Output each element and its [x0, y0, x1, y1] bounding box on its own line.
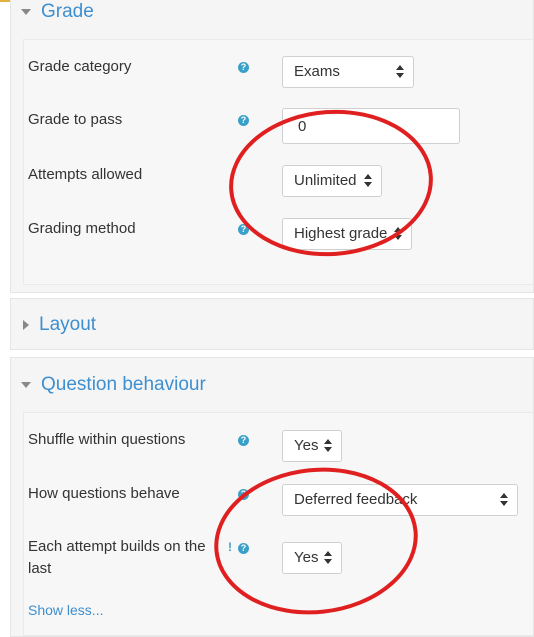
select-arrows-icon	[396, 65, 404, 79]
each-attempt-value: Yes	[294, 549, 319, 566]
shuffle-help-icon[interactable]: ?	[238, 435, 249, 446]
warning-icon[interactable]: !	[228, 540, 232, 554]
grade-category-label: Grade category	[28, 58, 132, 75]
grading-method-select[interactable]: Highest grade	[282, 218, 412, 250]
grading-method-help-icon[interactable]: ?	[238, 224, 249, 235]
grade-category-select[interactable]: Exams	[282, 56, 414, 88]
each-attempt-select[interactable]: Yes	[282, 542, 342, 574]
how-questions-behave-select[interactable]: Deferred feedback	[282, 484, 518, 516]
expand-right-icon	[23, 320, 29, 330]
layout-section-title: Layout	[39, 314, 97, 335]
grade-to-pass-value: 0	[298, 118, 307, 135]
grade-section-header[interactable]: Grade	[21, 1, 94, 23]
collapse-down-icon	[21, 9, 31, 15]
attempts-allowed-value: Unlimited	[294, 172, 357, 189]
each-attempt-label-line2: last	[28, 560, 52, 577]
grading-method-value: Highest grade	[294, 225, 388, 242]
layout-section: Layout	[10, 298, 534, 350]
how-questions-behave-label: How questions behave	[28, 485, 180, 502]
each-attempt-help-icon[interactable]: ?	[238, 543, 249, 554]
how-questions-behave-help-icon[interactable]: ?	[238, 489, 249, 500]
layout-section-header[interactable]: Layout	[21, 314, 96, 336]
question-behaviour-section-title: Question behaviour	[41, 374, 206, 395]
grade-category-value: Exams	[294, 63, 340, 80]
select-arrows-icon	[394, 227, 402, 241]
how-questions-behave-value: Deferred feedback	[294, 491, 418, 508]
question-behaviour-section-header[interactable]: Question behaviour	[21, 374, 206, 396]
select-arrows-icon	[324, 439, 332, 453]
grade-to-pass-input[interactable]: 0	[282, 108, 460, 144]
select-arrows-icon	[500, 493, 508, 507]
grading-method-label: Grading method	[28, 220, 136, 237]
grade-section: Grade	[10, 0, 534, 293]
grade-section-title: Grade	[41, 1, 94, 22]
each-attempt-label: Each attempt builds on the last	[28, 536, 218, 580]
attempts-allowed-label: Attempts allowed	[28, 166, 143, 183]
attempts-allowed-select[interactable]: Unlimited	[282, 165, 382, 197]
select-arrows-icon	[324, 551, 332, 565]
shuffle-label: Shuffle within questions	[28, 431, 186, 448]
collapse-down-icon	[21, 382, 31, 388]
shuffle-select[interactable]: Yes	[282, 430, 342, 462]
each-attempt-label-line1: Each attempt builds on the	[28, 538, 206, 555]
shuffle-value: Yes	[294, 437, 319, 454]
grade-category-help-icon[interactable]: ?	[238, 62, 249, 73]
select-arrows-icon	[364, 174, 372, 188]
grade-to-pass-label: Grade to pass	[28, 111, 123, 128]
grade-to-pass-help-icon[interactable]: ?	[238, 115, 249, 126]
show-less-link[interactable]: Show less...	[28, 602, 103, 618]
